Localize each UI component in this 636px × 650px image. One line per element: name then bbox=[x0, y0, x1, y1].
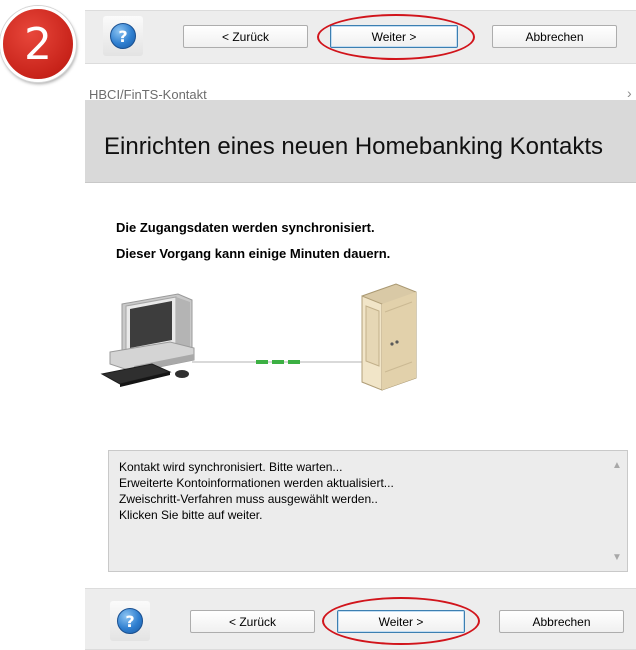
info-line-duration: Dieser Vorgang kann einige Minuten dauer… bbox=[116, 246, 391, 261]
help-button[interactable]: ? bbox=[110, 601, 150, 641]
back-button[interactable]: < Zurück bbox=[190, 610, 315, 633]
help-icon: ? bbox=[110, 23, 136, 49]
chevron-right-icon: › bbox=[627, 85, 632, 101]
log-line: Klicken Sie bitte auf weiter. bbox=[119, 508, 263, 522]
help-button[interactable]: ? bbox=[103, 16, 143, 56]
next-button[interactable]: Weiter > bbox=[330, 25, 458, 48]
help-icon: ? bbox=[117, 608, 143, 634]
cancel-button[interactable]: Abbrechen bbox=[499, 610, 624, 633]
scroll-up-arrow-icon[interactable]: ▲ bbox=[611, 459, 623, 471]
scroll-down-arrow-icon[interactable]: ▼ bbox=[611, 551, 623, 563]
progress-dashes bbox=[256, 360, 300, 364]
info-line-sync: Die Zugangsdaten werden synchronisiert. bbox=[116, 220, 375, 235]
next-button[interactable]: Weiter > bbox=[337, 610, 465, 633]
sync-illustration bbox=[100, 283, 417, 391]
step-number-badge: 2 bbox=[0, 6, 76, 82]
status-log-box[interactable]: Kontakt wird synchronisiert. Bitte warte… bbox=[108, 450, 628, 572]
server-icon bbox=[361, 283, 417, 391]
cancel-button[interactable]: Abbrechen bbox=[492, 25, 617, 48]
back-button[interactable]: < Zurück bbox=[183, 25, 308, 48]
dialog-header-title: Einrichten eines neuen Homebanking Konta… bbox=[104, 133, 603, 160]
computer-icon bbox=[100, 293, 195, 387]
log-line: Kontakt wird synchronisiert. Bitte warte… bbox=[119, 460, 343, 474]
log-line: Zweischritt-Verfahren muss ausgewählt we… bbox=[119, 492, 378, 506]
log-line: Erweiterte Kontoinformationen werden akt… bbox=[119, 476, 394, 490]
